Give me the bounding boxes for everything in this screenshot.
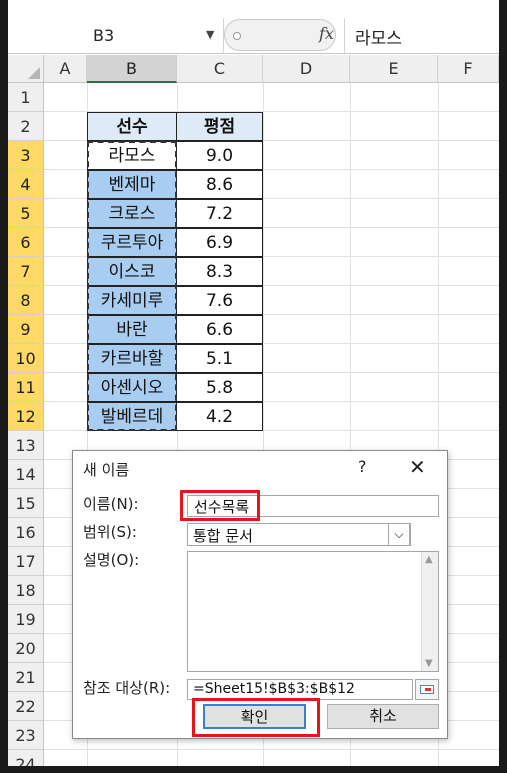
score-cell[interactable]: 6.6 [176,315,263,344]
row-header-12[interactable]: 12 [8,402,44,431]
selection-outline [87,141,177,431]
reference-value: =Sheet15!$B$3:$B$12 [193,681,355,697]
comment-scrollbar[interactable]: ▲ ▼ [421,552,438,671]
row-header-4[interactable]: 4 [8,170,44,199]
select-all-button[interactable] [8,55,44,83]
formula-bar: B3 ▼ fx 라모스 [8,18,499,54]
collapse-dialog-icon[interactable] [415,679,439,700]
scope-label: 범위(S): [83,523,137,541]
scope-value: 통합 문서 [193,527,253,545]
row-header-19[interactable]: 19 [8,605,44,634]
row-header-17[interactable]: 17 [8,547,44,576]
row-header-10[interactable]: 10 [8,344,44,373]
comment-label: 설명(O): [83,551,140,569]
column-header-a[interactable]: A [44,55,87,83]
score-cell[interactable]: 5.1 [176,344,263,373]
grip-icon [233,32,241,40]
row-header-14[interactable]: 14 [8,460,44,489]
score-cell[interactable]: 8.6 [176,170,263,199]
row-header-21[interactable]: 21 [8,663,44,692]
row-header-22[interactable]: 22 [8,692,44,721]
row-header-6[interactable]: 6 [8,228,44,257]
column-header-b[interactable]: B [87,55,177,83]
row-header-20[interactable]: 20 [8,634,44,663]
row-header-7[interactable]: 7 [8,257,44,286]
scope-select[interactable]: 통합 문서 [187,523,411,546]
reference-label: 참조 대상(R): [83,679,171,697]
row-header-3[interactable]: 3 [8,141,44,170]
range-icon [420,685,434,694]
formula-controls: fx [224,19,336,51]
row-header-5[interactable]: 5 [8,199,44,228]
row-header-11[interactable]: 11 [8,373,44,402]
name-box-value: B3 [93,26,115,45]
scroll-up-icon[interactable]: ▲ [425,554,433,565]
highlight-name-field [180,490,260,521]
insert-function-icon[interactable]: fx [319,24,334,43]
table-header-player[interactable]: 선수 [87,112,177,141]
row-header-24[interactable]: 24 [8,750,44,766]
column-header-c[interactable]: C [177,55,263,83]
highlight-ok-button [192,698,320,737]
column-header-d[interactable]: D [263,55,350,83]
close-icon[interactable]: ✕ [409,455,426,479]
new-name-dialog: 새 이름 ? ✕ 이름(N): 선수목록 범위(S): 통합 문서 ⌵ 설명(O… [72,450,448,739]
table-header-score[interactable]: 평점 [176,112,263,141]
chevron-down-icon[interactable]: ▼ [206,28,214,41]
row-header-15[interactable]: 15 [8,489,44,518]
score-cell[interactable]: 8.3 [176,257,263,286]
column-header-e[interactable]: E [350,55,438,83]
score-cell[interactable]: 9.0 [176,141,263,170]
scroll-down-icon[interactable]: ▼ [425,658,433,669]
grid-line [44,749,499,750]
score-cell[interactable]: 7.6 [176,286,263,315]
row-header-23[interactable]: 23 [8,721,44,750]
help-button[interactable]: ? [358,457,367,476]
excel-window: B3 ▼ fx 라모스 A B C D E F 1 2 3 4 5 6 7 8 9 10 11 12 1… [8,0,499,766]
scope-dropdown-chevron-icon[interactable]: ⌵ [388,523,410,546]
cancel-button[interactable]: 취소 [327,704,439,729]
score-cell[interactable]: 5.8 [176,373,263,402]
name-label: 이름(N): [83,495,139,513]
row-header-9[interactable]: 9 [8,315,44,344]
range-icon-marker [425,688,431,691]
row-header-1[interactable]: 1 [8,83,44,112]
row-header-18[interactable]: 18 [8,576,44,605]
row-header-2[interactable]: 2 [8,112,44,141]
score-cell[interactable]: 6.9 [176,228,263,257]
row-header-13[interactable]: 13 [8,431,44,460]
comment-textarea[interactable]: ▲ ▼ [187,551,439,672]
name-box[interactable]: B3 ▼ [8,18,224,53]
column-header-f[interactable]: F [438,55,499,83]
select-all-icon [28,67,40,79]
row-header-8[interactable]: 8 [8,286,44,315]
formula-input[interactable]: 라모스 [344,18,499,53]
dialog-title: 새 이름 [83,461,130,479]
title-strip [8,0,499,18]
score-cell[interactable]: 7.2 [176,199,263,228]
reference-field[interactable]: =Sheet15!$B$3:$B$12 [187,679,413,700]
score-cell[interactable]: 4.2 [176,402,263,431]
row-header-16[interactable]: 16 [8,518,44,547]
formula-text: 라모스 [355,29,402,49]
